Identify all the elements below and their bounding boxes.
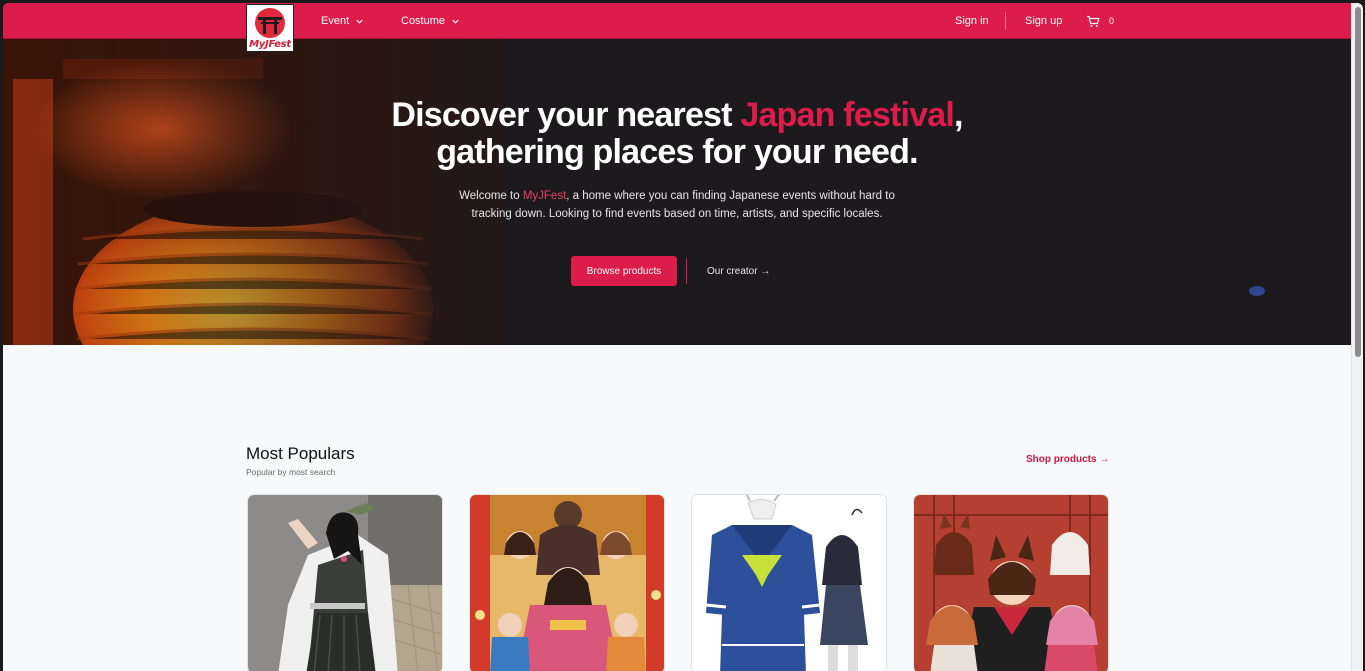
product-card[interactable]: [247, 494, 443, 671]
top-navbar: Event Costume Sign in Sign up 0: [3, 3, 1351, 39]
hero-title-comma: ,: [954, 96, 963, 134]
shop-products-label: Shop products →: [1026, 454, 1110, 465]
hero-description: Welcome to MyJFest, a home where you can…: [457, 187, 897, 223]
scrollbar-thumb[interactable]: [1355, 7, 1361, 357]
browse-products-button[interactable]: Browse products: [571, 256, 677, 286]
torii-gate-icon: [255, 8, 285, 38]
product-card[interactable]: [469, 494, 665, 671]
product-card[interactable]: [913, 494, 1109, 671]
shop-products-link[interactable]: Shop products →: [1026, 454, 1109, 465]
hero-desc-prefix: Welcome to: [459, 190, 523, 202]
nav-event-label: Event: [321, 15, 350, 27]
chevron-down-icon: [452, 19, 459, 24]
chevron-down-icon: [356, 19, 363, 24]
hero-headline: Discover your nearest Japan festival, ga…: [3, 97, 1351, 171]
our-creator-link[interactable]: Our creator →: [707, 256, 770, 286]
myjfest-logo[interactable]: MyJFest: [246, 4, 294, 52]
sign-up-link[interactable]: Sign up: [1025, 3, 1062, 39]
hero-title-line2: gathering places for your need.: [436, 133, 918, 171]
hero-section: Discover your nearest Japan festival, ga…: [3, 39, 1351, 345]
nav-event-dropdown[interactable]: Event: [321, 3, 364, 39]
hero-desc-brand: MyJFest: [522, 190, 567, 202]
shopping-cart-icon: [1087, 15, 1100, 27]
hero-divider: [686, 258, 687, 284]
hero-title-text: Discover your nearest: [391, 96, 741, 134]
sign-in-link[interactable]: Sign in: [955, 3, 989, 39]
vertical-scrollbar[interactable]: [1351, 3, 1363, 671]
sailor-uniform-costume-image: [692, 495, 886, 671]
nav-costume-label: Costume: [401, 15, 446, 27]
kitsune-anime-illustration-image: [914, 495, 1108, 671]
cosplay-photo-image: [248, 495, 442, 671]
sign-up-label: Sign up: [1025, 15, 1063, 27]
section-title: Most Populars: [246, 444, 355, 463]
browser-viewport: Event Costume Sign in Sign up 0 MyJFest: [3, 3, 1363, 671]
nav-costume-dropdown[interactable]: Costume: [401, 3, 460, 39]
logo-text: MyJFest: [249, 39, 291, 50]
anime-festival-poster-image: [470, 495, 664, 671]
product-card[interactable]: [691, 494, 887, 671]
nav-divider: [1005, 12, 1006, 30]
cart-button[interactable]: 0: [1086, 3, 1114, 39]
section-subtitle: Popular by most search: [246, 467, 336, 477]
our-creator-label: Our creator →: [707, 265, 771, 277]
hero-title-highlight: Japan festival: [740, 96, 955, 134]
sign-in-label: Sign in: [955, 15, 989, 27]
cart-count: 0: [1109, 16, 1115, 26]
